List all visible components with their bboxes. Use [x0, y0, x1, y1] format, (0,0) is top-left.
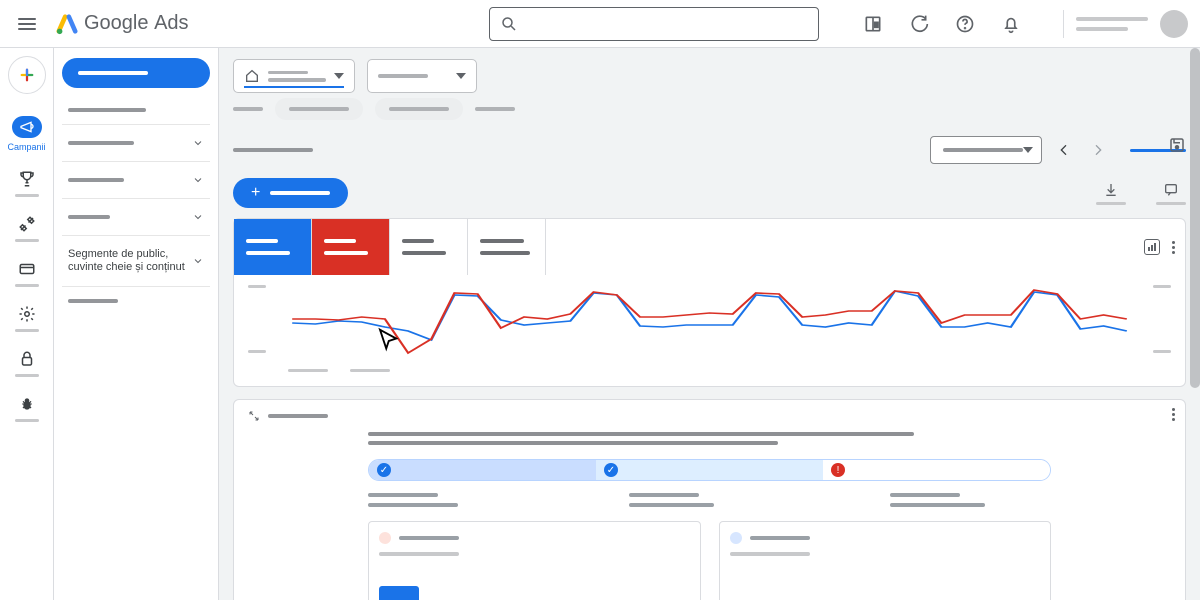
card-title: [268, 414, 328, 418]
scrollbar-thumb[interactable]: [1190, 48, 1200, 388]
recommendation-item-1[interactable]: [368, 521, 701, 600]
metric-tab-3[interactable]: [390, 219, 468, 275]
feedback-button[interactable]: [1156, 182, 1186, 205]
save-icon[interactable]: [1168, 136, 1186, 154]
account-switcher[interactable]: [1063, 10, 1188, 38]
chart-menu-button[interactable]: [1172, 241, 1175, 254]
recommendations-card: ✓ ✓ !: [233, 399, 1186, 600]
y-axis-right: [1153, 285, 1171, 353]
line-chart: [254, 283, 1165, 369]
chevron-down-icon: [334, 73, 344, 79]
check-icon: ✓: [377, 463, 391, 477]
card-menu-button[interactable]: [1172, 408, 1175, 421]
error-icon: !: [831, 463, 845, 477]
expand-chart-button[interactable]: [1144, 239, 1160, 255]
new-campaign-button[interactable]: +: [233, 178, 348, 208]
apply-button[interactable]: [379, 586, 419, 600]
rail-admin[interactable]: [6, 303, 48, 332]
reports-icon[interactable]: [863, 14, 883, 34]
rail-billing[interactable]: [6, 258, 48, 287]
nav-rail: Campanii: [0, 48, 54, 600]
ads-logo-icon: [56, 13, 78, 35]
nav-item-5[interactable]: [62, 203, 210, 231]
nav-item-7[interactable]: [62, 291, 210, 311]
chart-legend: [254, 369, 1165, 378]
menu-icon[interactable]: [12, 12, 42, 36]
metric-tab-4[interactable]: [468, 219, 546, 275]
recommendation-text: [368, 432, 1051, 445]
metric-tab-2[interactable]: [312, 219, 390, 275]
refresh-icon[interactable]: [909, 14, 929, 34]
metric-tab-1[interactable]: [234, 219, 312, 275]
nav-item-3[interactable]: [62, 129, 210, 157]
app-header: Google Ads: [0, 0, 1200, 48]
rail-tools[interactable]: [6, 213, 48, 242]
rail-campaigns-label: Campanii: [7, 142, 45, 152]
next-period-button[interactable]: [1086, 138, 1110, 162]
status-dot-blue: [730, 532, 742, 544]
home-icon: [244, 68, 260, 84]
breadcrumb: [233, 148, 313, 152]
main-content: +: [219, 48, 1200, 600]
filter-text: [475, 107, 515, 111]
nav-item-4[interactable]: [62, 166, 210, 194]
step-label-2: [629, 493, 790, 507]
chevron-down-icon: [456, 73, 466, 79]
step-label-1: [368, 493, 529, 507]
status-chip-2[interactable]: [375, 98, 463, 120]
campaign-filter-dropdown[interactable]: [367, 59, 477, 93]
create-button[interactable]: [8, 56, 46, 94]
secondary-nav: Segmente de public, cuvinte cheie și con…: [54, 48, 219, 600]
account-filter-dropdown[interactable]: [233, 59, 355, 93]
date-range-picker[interactable]: [930, 136, 1042, 164]
avatar[interactable]: [1160, 10, 1188, 38]
nav-item-overview-active[interactable]: [62, 58, 210, 88]
rail-debug[interactable]: [6, 393, 48, 422]
recommendation-item-2[interactable]: [719, 521, 1052, 600]
rail-security[interactable]: [6, 348, 48, 377]
status-chip-1[interactable]: [275, 98, 363, 120]
nav-item-audiences[interactable]: Segmente de public, cuvinte cheie și con…: [62, 240, 210, 282]
search-icon: [500, 15, 518, 33]
search-box[interactable]: [489, 7, 819, 41]
help-icon[interactable]: [955, 14, 975, 34]
progress-stepper: ✓ ✓ !: [368, 459, 1051, 481]
check-icon: ✓: [604, 463, 618, 477]
prev-period-button[interactable]: [1052, 138, 1076, 162]
product-logo: Google Ads: [56, 12, 189, 35]
chevron-down-icon: [1023, 147, 1033, 153]
status-dot-red: [379, 532, 391, 544]
expand-icon[interactable]: [248, 410, 260, 422]
performance-chart-card: [233, 218, 1186, 387]
notifications-icon[interactable]: [1001, 14, 1021, 34]
logo-text: Google Ads: [84, 12, 189, 35]
search-input[interactable]: [526, 15, 808, 32]
nav-item-2[interactable]: [62, 100, 210, 120]
y-axis-left: [248, 285, 266, 353]
download-button[interactable]: [1096, 182, 1126, 205]
rail-campaigns[interactable]: Campanii: [6, 116, 48, 152]
plus-icon: +: [251, 185, 260, 201]
filter-label: [233, 107, 263, 111]
header-actions: [863, 14, 1021, 34]
rail-goals[interactable]: [6, 168, 48, 197]
step-label-3: [890, 493, 1051, 507]
